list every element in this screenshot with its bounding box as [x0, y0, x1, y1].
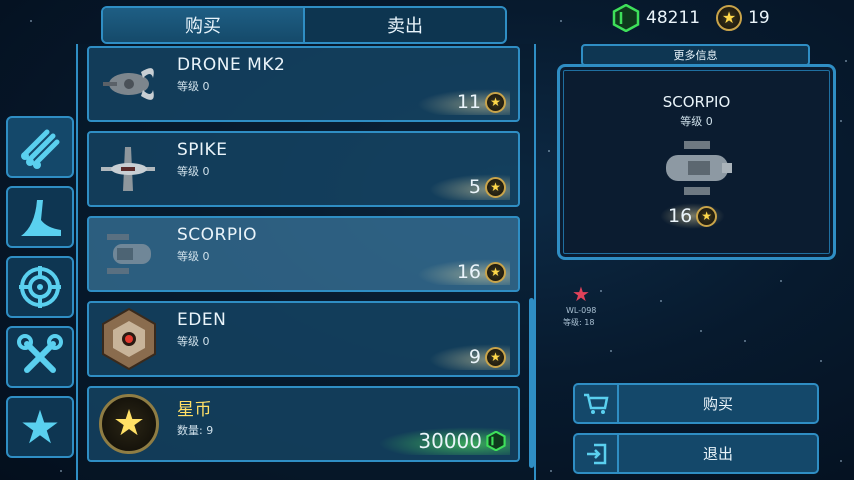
category-target[interactable] [6, 256, 74, 318]
stars-count: 19 [748, 8, 770, 28]
map-marker-icon: ★ [572, 282, 590, 306]
item-name: 星币 [177, 400, 212, 420]
tab-buy[interactable]: 购买 [103, 8, 303, 42]
star-coin-icon: ★ [95, 391, 163, 457]
crosshair-icon [19, 266, 61, 308]
list-item-drone-mk2[interactable]: DRONE MK2 等级 0 11 ★ [87, 46, 520, 122]
eden-ship-icon [95, 306, 163, 372]
star-coin-icon: ★ [696, 205, 718, 227]
list-item-eden[interactable]: EDEN 等级 0 9 ★ [87, 301, 520, 377]
exit-label: 退出 [702, 445, 733, 463]
pipes-icon [21, 129, 60, 169]
item-level: 数量: 9 [177, 424, 214, 437]
star-coin-icon: ★ [485, 346, 506, 368]
fin-icon [21, 200, 61, 236]
credits-count: 48211 [646, 8, 701, 28]
item-name: SPIKE [177, 140, 228, 160]
info-header: 更多信息 [581, 44, 810, 66]
drone-ship-icon [95, 51, 163, 117]
info-price: 16 ★ [660, 203, 726, 229]
price-value: 30000 [418, 429, 482, 453]
category-tools[interactable] [6, 326, 74, 388]
info-price-value: 16 [668, 205, 693, 227]
info-ship-level: 等级 0 [680, 115, 713, 128]
tab-sell[interactable]: 卖出 [303, 8, 505, 42]
list-item-spike[interactable]: SPIKE 等级 0 5 ★ [87, 131, 520, 207]
star-icon: ★ [19, 400, 61, 454]
list-scrollbar[interactable] [529, 298, 534, 468]
price-value: 9 [468, 346, 481, 368]
item-name: EDEN [177, 310, 227, 330]
exit-button[interactable]: 退出 [573, 433, 819, 474]
star-coin-icon: ★ [716, 5, 743, 31]
scorpio-ship-icon [666, 141, 732, 195]
star-coin-icon: ★ [485, 261, 506, 283]
price-value: 5 [468, 176, 481, 198]
item-name: SCORPIO [177, 225, 257, 245]
currency-bar: 48211 ★ 19 [612, 4, 780, 32]
category-star[interactable]: ★ [6, 396, 74, 458]
shop-tabs: 购买 卖出 [101, 6, 507, 44]
cart-icon [575, 385, 619, 422]
category-pipes[interactable] [6, 116, 74, 178]
star-coin-icon: ★ [485, 176, 506, 198]
list-item-star-coins[interactable]: ★ 星币 数量: 9 30000 [87, 386, 520, 462]
item-price: 16 ★ [416, 259, 510, 285]
green-cube-icon [486, 431, 506, 451]
price-value: 11 [456, 91, 481, 113]
buy-label: 购买 [702, 395, 733, 413]
item-level: 等级 0 [177, 250, 210, 263]
item-name: DRONE MK2 [177, 55, 286, 75]
item-price: 5 ★ [428, 174, 510, 200]
item-level: 等级 0 [177, 80, 210, 93]
category-fin[interactable] [6, 186, 74, 248]
map-marker-name: WL-098 [566, 306, 597, 315]
info-ship-name: SCORPIO [662, 93, 731, 111]
spike-ship-icon [95, 136, 163, 202]
item-price: 30000 [378, 427, 510, 455]
item-level: 等级 0 [177, 165, 210, 178]
price-value: 16 [456, 261, 481, 283]
item-level: 等级 0 [177, 335, 210, 348]
tools-icon [17, 334, 63, 373]
item-price: 9 ★ [428, 344, 510, 370]
map-marker-level: 等级: 18 [563, 318, 595, 327]
list-item-scorpio[interactable]: SCORPIO 等级 0 16 ★ [87, 216, 520, 292]
item-price: 11 ★ [416, 89, 510, 115]
info-panel: SCORPIO 等级 0 16 ★ [557, 64, 836, 260]
star-coin-icon: ★ [485, 91, 506, 113]
buy-button[interactable]: 购买 [573, 383, 819, 424]
scorpio-ship-icon [95, 221, 163, 287]
exit-icon [575, 435, 619, 472]
green-cube-icon [612, 4, 640, 32]
